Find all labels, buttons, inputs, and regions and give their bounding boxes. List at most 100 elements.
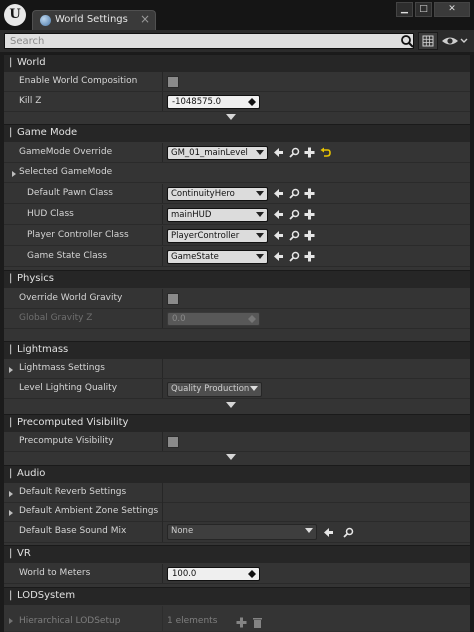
hud-class-combo[interactable]: mainHUD xyxy=(167,208,268,222)
precompute-visibility-checkbox[interactable] xyxy=(167,436,179,448)
minimize-button[interactable]: ▁ xyxy=(396,2,413,17)
column-divider[interactable] xyxy=(162,379,163,398)
section-title: VR xyxy=(17,548,31,559)
column-divider[interactable] xyxy=(162,72,163,91)
column-divider[interactable] xyxy=(162,483,163,502)
column-divider[interactable] xyxy=(162,432,163,451)
use-selected-arrow-icon[interactable] xyxy=(273,251,284,262)
kill-z-value: -1048575.0 xyxy=(172,97,222,107)
expand-arrow-icon[interactable] xyxy=(9,510,13,516)
world-to-meters-field[interactable]: 100.0 xyxy=(167,567,260,581)
view-options-eye-icon[interactable] xyxy=(440,33,468,49)
add-plus-icon[interactable] xyxy=(304,251,315,262)
row-default-reverb-settings[interactable]: Default Reverb Settings xyxy=(4,483,470,503)
browse-search-icon[interactable] xyxy=(289,209,300,220)
tab-title: World Settings xyxy=(55,14,128,25)
gamemode-override-combo[interactable]: GM_01_mainLevel xyxy=(167,146,268,160)
maximize-button[interactable]: □ xyxy=(415,2,432,17)
add-plus-icon[interactable] xyxy=(236,617,247,628)
property-label: Default Reverb Settings xyxy=(19,487,127,497)
row-selected-gamemode[interactable]: Selected GameMode xyxy=(4,163,470,183)
section-marker: | xyxy=(9,273,13,284)
row-hierarchical-lod-setup[interactable]: Hierarchical LODSetup 1 elements xyxy=(4,606,470,632)
expand-arrow-icon[interactable] xyxy=(9,618,13,624)
use-selected-arrow-icon[interactable] xyxy=(273,230,284,241)
enable-world-composition-checkbox[interactable] xyxy=(167,76,179,88)
section-header-vr[interactable]: | VR xyxy=(4,545,470,563)
column-divider[interactable] xyxy=(162,143,163,162)
column-divider[interactable] xyxy=(162,226,163,245)
kill-z-field[interactable]: -1048575.0 xyxy=(167,95,260,109)
column-divider[interactable] xyxy=(162,205,163,224)
row-default-ambient-zone-settings[interactable]: Default Ambient Zone Settings xyxy=(4,502,470,522)
column-divider[interactable] xyxy=(162,247,163,266)
tab-close-icon[interactable]: × xyxy=(140,12,150,26)
combo-value: Quality Production xyxy=(171,384,250,394)
column-divider[interactable] xyxy=(162,184,163,203)
tab-world-settings[interactable]: World Settings × xyxy=(32,10,156,30)
row-level-lighting-quality: Level Lighting Quality Quality Productio… xyxy=(4,379,470,399)
combo-value: ContinuityHero xyxy=(171,189,235,199)
column-divider[interactable] xyxy=(162,289,163,308)
property-label: Default Ambient Zone Settings xyxy=(19,506,159,516)
drag-stepper-icon xyxy=(248,315,256,323)
browse-search-icon[interactable] xyxy=(289,188,300,199)
use-selected-arrow-icon[interactable] xyxy=(273,147,284,158)
section-header-physics[interactable]: | Physics xyxy=(4,270,470,288)
close-window-button[interactable]: ✕ xyxy=(434,2,470,17)
browse-search-icon[interactable] xyxy=(289,251,300,262)
combo-value: GM_01_mainLevel xyxy=(171,148,248,158)
browse-search-icon[interactable] xyxy=(343,527,354,538)
row-lightmass-settings[interactable]: Lightmass Settings xyxy=(4,359,470,379)
column-divider[interactable] xyxy=(162,564,163,583)
section-header-game-mode[interactable]: | Game Mode xyxy=(4,124,470,142)
browse-search-icon[interactable] xyxy=(289,147,300,158)
game-state-class-combo[interactable]: GameState xyxy=(167,250,268,264)
advanced-expander-precomputed-visibility[interactable] xyxy=(4,452,470,464)
combo-value: mainHUD xyxy=(171,210,212,220)
expand-arrow-icon[interactable] xyxy=(12,171,16,177)
add-plus-icon[interactable] xyxy=(304,147,315,158)
section-header-world[interactable]: | World xyxy=(4,54,470,72)
section-header-audio[interactable]: | Audio xyxy=(4,465,470,483)
section-title: Lightmass xyxy=(17,344,69,355)
expand-arrow-icon[interactable] xyxy=(9,491,13,497)
section-header-lightmass[interactable]: | Lightmass xyxy=(4,341,470,359)
column-divider[interactable] xyxy=(162,359,163,378)
level-lighting-quality-dropdown[interactable]: Quality Production xyxy=(167,382,262,397)
section-marker: | xyxy=(9,548,13,559)
section-header-lodsystem[interactable]: | LODSystem xyxy=(4,587,470,605)
column-divider[interactable] xyxy=(162,502,163,521)
override-world-gravity-checkbox[interactable] xyxy=(167,293,179,305)
trash-icon[interactable] xyxy=(252,617,263,628)
player-controller-class-combo[interactable]: PlayerController xyxy=(167,229,268,243)
use-selected-arrow-icon[interactable] xyxy=(323,527,334,538)
advanced-expander-world[interactable] xyxy=(4,112,470,124)
column-divider[interactable] xyxy=(162,521,163,542)
use-selected-arrow-icon[interactable] xyxy=(273,209,284,220)
browse-search-icon[interactable] xyxy=(289,230,300,241)
section-title: Game Mode xyxy=(17,127,78,138)
drag-stepper-icon[interactable] xyxy=(248,570,256,578)
search-input[interactable]: Search xyxy=(4,33,414,49)
add-plus-icon[interactable] xyxy=(304,188,315,199)
column-divider[interactable] xyxy=(162,309,163,328)
reset-to-default-icon[interactable] xyxy=(320,147,331,158)
property-matrix-button[interactable] xyxy=(418,32,438,50)
column-divider[interactable] xyxy=(162,606,163,631)
default-pawn-class-combo[interactable]: ContinuityHero xyxy=(167,187,268,201)
advanced-expander-lightmass[interactable] xyxy=(4,400,470,412)
expand-arrow-icon[interactable] xyxy=(9,367,13,373)
drag-stepper-icon[interactable] xyxy=(248,98,256,106)
section-header-precomputed-visibility[interactable]: | Precomputed Visibility xyxy=(4,414,470,432)
use-selected-arrow-icon[interactable] xyxy=(273,188,284,199)
add-plus-icon[interactable] xyxy=(304,230,315,241)
add-plus-icon[interactable] xyxy=(304,209,315,220)
column-divider[interactable] xyxy=(162,92,163,111)
row-enable-world-composition: Enable World Composition xyxy=(4,72,470,92)
property-label: Enable World Composition xyxy=(19,76,138,86)
search-icon[interactable] xyxy=(400,34,414,48)
default-base-sound-mix-combo[interactable]: None xyxy=(167,524,317,540)
unreal-logo-icon[interactable]: U xyxy=(4,4,26,26)
combo-value: GameState xyxy=(171,252,219,262)
